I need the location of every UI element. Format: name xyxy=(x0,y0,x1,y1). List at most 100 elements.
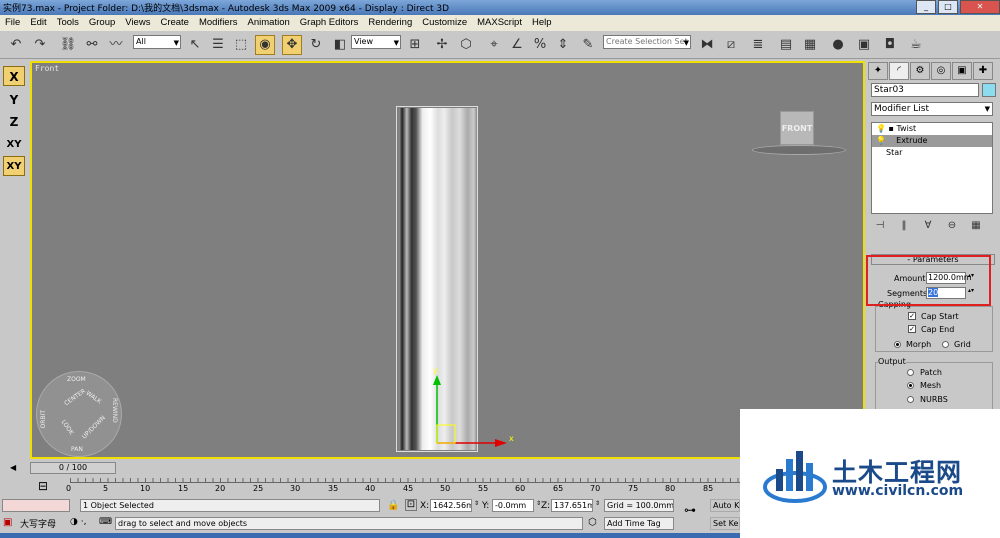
ime-icon[interactable]: ▣ xyxy=(3,517,12,528)
configure-sets-icon[interactable]: ▦ xyxy=(967,218,985,234)
time-slider-knob[interactable]: 0 / 100 xyxy=(30,462,116,474)
menu-graph-editors[interactable]: Graph Editors xyxy=(295,15,364,31)
pin-stack-icon[interactable]: ⊣ xyxy=(871,218,889,234)
render-teapot-icon[interactable]: ☕ xyxy=(906,35,926,55)
menu-tools[interactable]: Tools xyxy=(52,15,84,31)
prev-frame-icon[interactable]: ◀ xyxy=(10,463,16,472)
window-crossing-icon[interactable]: ◉ xyxy=(255,35,275,55)
z-spinner-icon[interactable]: ⇕ xyxy=(595,500,600,507)
schematic-view-icon[interactable]: ▦ xyxy=(800,35,820,55)
named-selection-dropdown[interactable]: Create Selection Set ▼ xyxy=(603,35,691,49)
unlink-icon[interactable]: ⚯ xyxy=(82,35,102,55)
absolute-mode-icon[interactable]: ⊡ xyxy=(405,499,417,511)
grid-radio[interactable] xyxy=(942,341,949,348)
cap-start-checkbox[interactable]: ✓ xyxy=(908,312,916,320)
minimize-button[interactable]: _ xyxy=(916,0,936,14)
front-viewport[interactable]: Front y x FRONT ZOOM ORBIT CENTER WALK R… xyxy=(30,61,865,459)
mirror-icon[interactable]: ⧓ xyxy=(697,35,717,55)
wheel-updown[interactable]: UP/DOWN xyxy=(81,414,107,440)
steering-wheel[interactable]: ZOOM ORBIT CENTER WALK REWIND LOOK UP/DO… xyxy=(36,371,122,457)
align-icon[interactable]: ⧄ xyxy=(721,35,741,55)
axis-x-button[interactable]: X xyxy=(3,66,25,86)
material-editor-icon[interactable]: ● xyxy=(828,35,848,55)
viewcube-compass[interactable] xyxy=(752,145,846,155)
set-key-button[interactable]: Set Ke xyxy=(710,517,740,530)
time-tag-icon[interactable]: ⬡ xyxy=(588,517,597,528)
show-end-result-icon[interactable]: ‖ xyxy=(895,218,913,234)
wheel-zoom[interactable]: ZOOM xyxy=(67,376,86,383)
wheel-pan[interactable]: PAN xyxy=(71,446,83,453)
y-coordinate-field[interactable]: -0.0mm xyxy=(492,499,534,512)
patch-radio[interactable] xyxy=(907,369,914,376)
menu-group[interactable]: Group xyxy=(84,15,120,31)
modifier-list-dropdown[interactable]: Modifier List ▼ xyxy=(871,102,993,116)
remove-modifier-icon[interactable]: ⊖ xyxy=(943,218,961,234)
object-color-swatch[interactable] xyxy=(982,83,996,97)
viewport-label[interactable]: Front xyxy=(35,64,59,73)
modify-tab-icon[interactable]: ◜ xyxy=(889,62,909,80)
menu-file[interactable]: File xyxy=(0,15,25,31)
z-coordinate-field[interactable]: 137.651mm xyxy=(551,499,593,512)
axis-z-button[interactable]: Z xyxy=(3,111,25,131)
x-spinner-icon[interactable]: ⇕ xyxy=(474,500,479,507)
stack-item-extrude[interactable]: 💡 Extrude xyxy=(872,135,992,147)
stack-item-star[interactable]: Star xyxy=(872,147,992,159)
auto-key-button[interactable]: Auto Ke xyxy=(710,499,740,512)
transform-gizmo[interactable]: y x xyxy=(427,363,517,453)
select-and-scale-icon[interactable]: ◧ xyxy=(330,35,350,55)
track-bar[interactable]: 0 5 10 15 20 25 30 35 40 45 50 55 60 65 … xyxy=(30,478,740,496)
selection-filter-dropdown[interactable]: All ▼ xyxy=(133,35,181,49)
morph-radio[interactable] xyxy=(894,341,901,348)
select-manipulate-icon[interactable]: ✢ xyxy=(432,35,452,55)
wheel-orbit[interactable]: ORBIT xyxy=(40,410,47,428)
menu-animation[interactable]: Animation xyxy=(243,15,295,31)
create-tab-icon[interactable]: ✦ xyxy=(868,62,888,80)
cap-end-checkbox[interactable]: ✓ xyxy=(908,325,916,333)
axis-y-button[interactable]: Y xyxy=(3,89,25,109)
lock-icon[interactable]: 🔒 xyxy=(387,500,399,511)
select-and-rotate-icon[interactable]: ↻ xyxy=(306,35,326,55)
lightbulb-icon[interactable]: 💡 xyxy=(876,124,886,133)
stack-item-twist[interactable]: 💡 ▪ Twist xyxy=(872,123,992,135)
ime-status[interactable]: 大写字母 xyxy=(20,517,56,530)
bind-space-warp-icon[interactable]: 〰 xyxy=(106,35,126,55)
link-icon[interactable]: ⛓ xyxy=(58,35,78,55)
redo-icon[interactable]: ↷ xyxy=(30,35,50,55)
spinner-snap-icon[interactable]: ⇕ xyxy=(553,35,573,55)
keyboard-shortcut-icon[interactable]: ⬡ xyxy=(456,35,476,55)
layer-manager-icon[interactable]: ≣ xyxy=(748,35,768,55)
maximize-button[interactable]: □ xyxy=(938,0,958,14)
ime-mode-icon[interactable]: ◑ ·, xyxy=(70,517,86,527)
select-by-name-icon[interactable]: ☰ xyxy=(208,35,228,55)
lightbulb-icon[interactable]: 💡 xyxy=(876,136,886,145)
curve-editor-icon[interactable]: ▤ xyxy=(776,35,796,55)
select-and-move-icon[interactable]: ✥ xyxy=(282,35,302,55)
close-button[interactable]: ✕ xyxy=(960,0,1000,14)
x-coordinate-field[interactable]: 1642.56mm xyxy=(430,499,472,512)
snaps-toggle-icon[interactable]: ⌖ xyxy=(484,35,504,55)
wheel-walk[interactable]: WALK xyxy=(85,390,103,405)
menu-edit[interactable]: Edit xyxy=(25,15,51,31)
edit-named-selection-icon[interactable]: ✎ xyxy=(578,35,598,55)
wheel-look[interactable]: LOOK xyxy=(60,419,75,437)
percent-snap-icon[interactable]: % xyxy=(530,35,550,55)
menu-views[interactable]: Views xyxy=(120,15,155,31)
expand-icon[interactable]: ▪ xyxy=(889,124,894,133)
display-tab-icon[interactable]: ▣ xyxy=(952,62,972,80)
menu-create[interactable]: Create xyxy=(155,15,194,31)
menu-rendering[interactable]: Rendering xyxy=(363,15,417,31)
rendered-frame-icon[interactable]: ◘ xyxy=(880,35,900,55)
wheel-rewind[interactable]: REWIND xyxy=(111,398,118,423)
axis-xy-button[interactable]: XY xyxy=(3,134,25,154)
utilities-tab-icon[interactable]: ✚ xyxy=(973,62,993,80)
axis-plane-button[interactable]: XY xyxy=(3,156,25,176)
angle-snap-icon[interactable]: ∠ xyxy=(507,35,527,55)
rectangular-selection-icon[interactable]: ⬚ xyxy=(231,35,251,55)
select-object-icon[interactable]: ↖ xyxy=(185,35,205,55)
wheel-center[interactable]: CENTER xyxy=(63,388,87,408)
menu-maxscript[interactable]: MAXScript xyxy=(472,15,527,31)
keyboard-icon[interactable]: ⌨ xyxy=(99,517,112,527)
motion-tab-icon[interactable]: ◎ xyxy=(931,62,951,80)
mesh-radio[interactable] xyxy=(907,382,914,389)
menu-help[interactable]: Help xyxy=(527,15,557,31)
